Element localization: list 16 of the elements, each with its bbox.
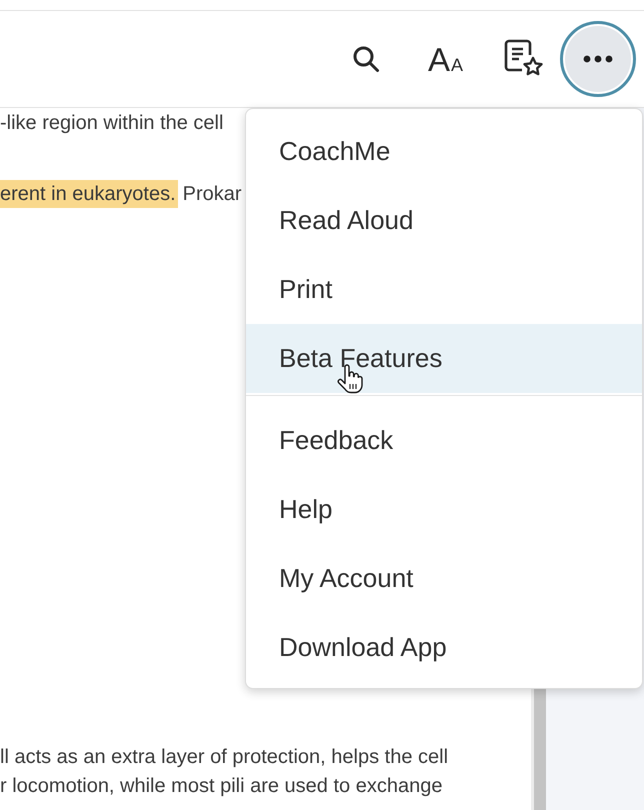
menu-item[interactable]: Read Aloud — [246, 186, 642, 255]
menu-item[interactable]: Print — [246, 255, 642, 324]
menu-item[interactable]: Help — [246, 475, 642, 544]
menu-item[interactable]: My Account — [246, 544, 642, 613]
body-text: -like region within the cell — [0, 110, 224, 134]
menu-item[interactable]: CoachMe — [246, 117, 642, 186]
search-icon — [352, 45, 380, 73]
body-text: r locomotion, while most pili are used to exchange — [0, 774, 442, 798]
body-text: Prokar — [182, 182, 242, 206]
highlighted-text: erent in eukaryotes. — [0, 180, 178, 208]
menu-item[interactable]: Download App — [246, 613, 642, 682]
text-size-button[interactable]: AA — [428, 39, 463, 79]
menu-item[interactable]: Feedback — [246, 406, 642, 475]
menu-item[interactable]: Beta Features — [246, 324, 642, 393]
more-icon — [583, 55, 613, 63]
body-text: ll acts as an extra layer of protection, helps the cell — [0, 744, 448, 768]
